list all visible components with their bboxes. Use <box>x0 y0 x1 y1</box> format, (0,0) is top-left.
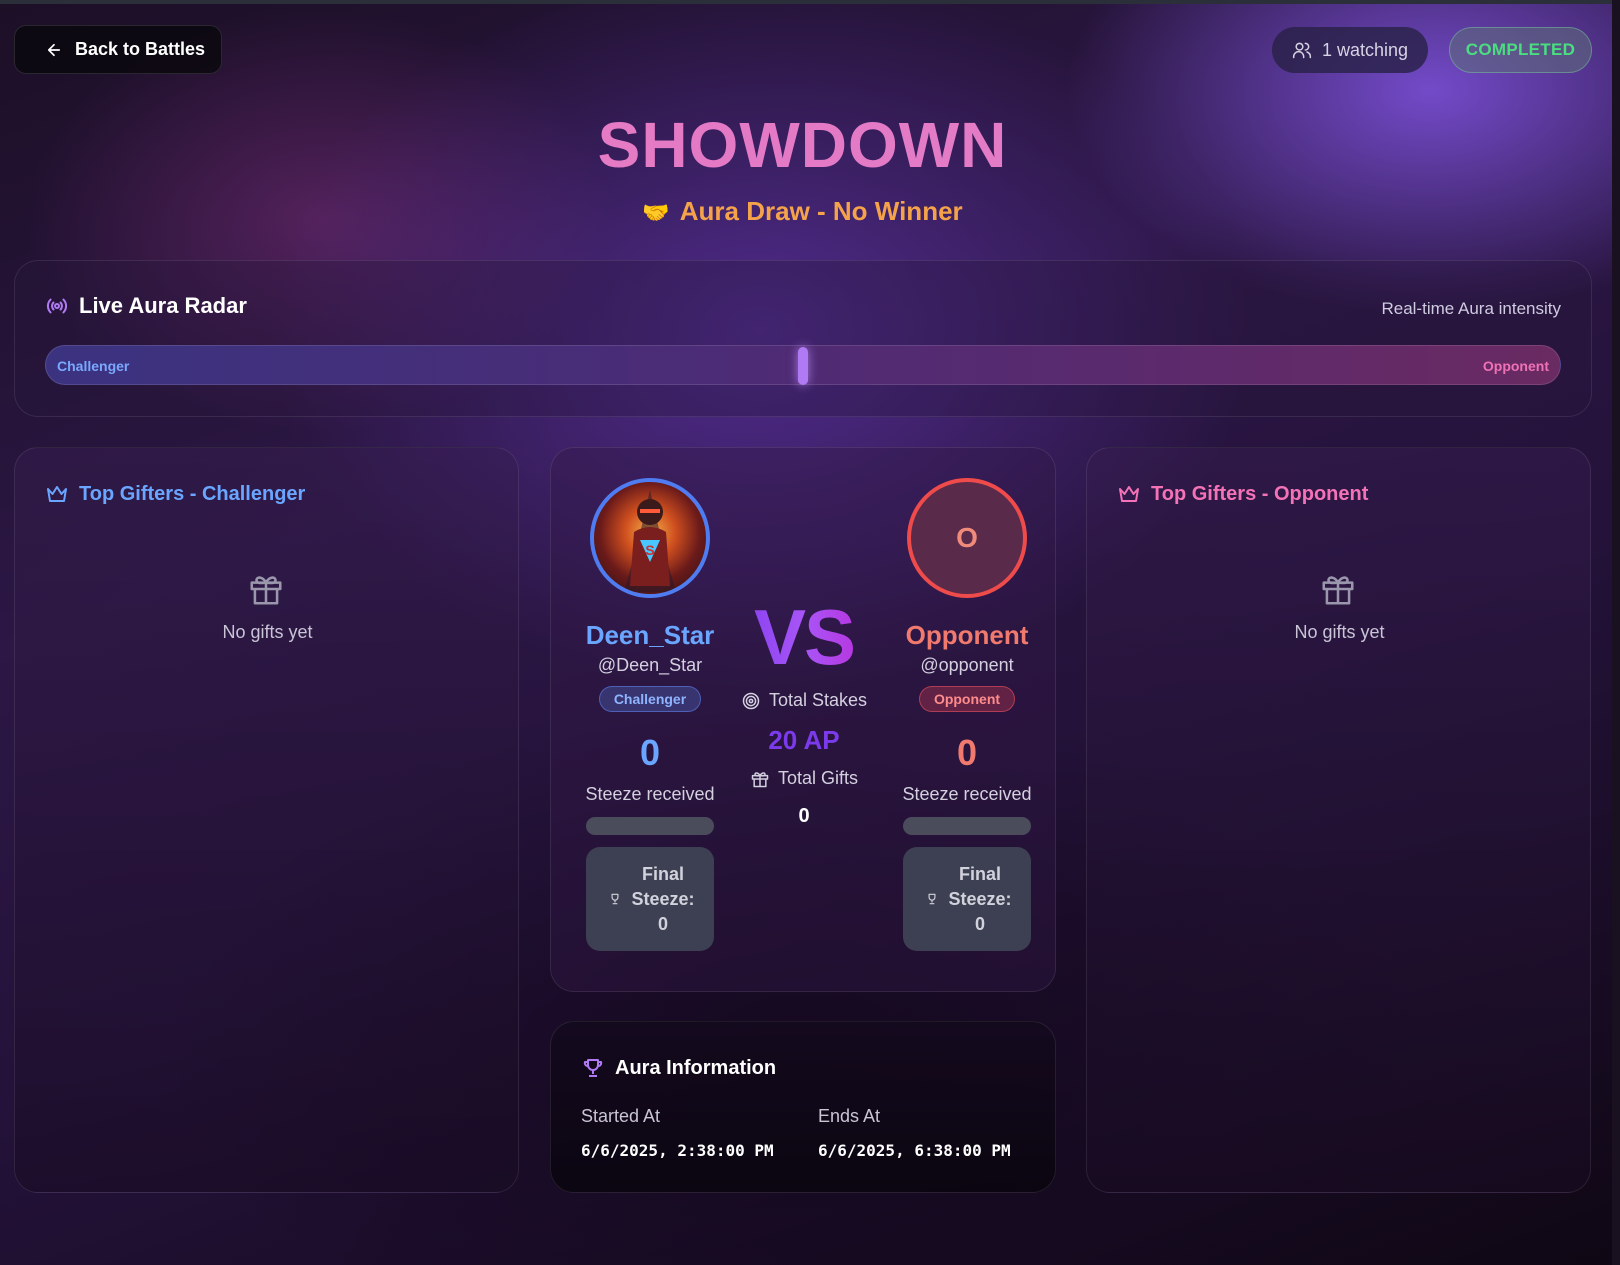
watching-indicator: 1 watching <box>1272 27 1428 73</box>
total-stakes-value: 20 AP <box>768 725 840 755</box>
radar-title: Live Aura Radar <box>79 293 247 318</box>
total-stakes-label: Total Stakes <box>768 690 868 710</box>
hero-avatar-image: S <box>624 490 676 592</box>
arrow-left-icon <box>47 43 61 56</box>
target-icon <box>742 692 760 709</box>
no-gifts-message: No gifts yet <box>222 622 313 642</box>
battle-center: VS Total Stakes 20 AP Total Gifts 0 <box>721 598 887 828</box>
radio-broadcast-icon <box>46 298 68 314</box>
radar-opponent-label: Opponent <box>1482 358 1549 374</box>
started-at-value: 6/6/2025, 2:38:00 PM <box>581 1141 774 1160</box>
battle-card: S Deen_Star @Deen_Star Challenger 0 Stee… <box>550 447 1056 992</box>
back-to-battles-button[interactable]: Back to Battles <box>14 25 222 74</box>
challenger-column: S Deen_Star @Deen_Star Challenger 0 Stee… <box>585 478 715 951</box>
crown-icon <box>47 486 67 502</box>
trophy-icon <box>611 893 619 905</box>
opponent-role-badge: Opponent <box>918 686 1016 712</box>
challenger-steeze-score: 0 <box>639 732 661 773</box>
aura-info-title: Aura Information <box>615 1056 777 1079</box>
challenger-handle: @Deen_Star <box>597 655 703 675</box>
battle-result: 🤝 Aura Draw - No Winner <box>0 196 1605 227</box>
page-title: SHOWDOWN <box>0 108 1605 182</box>
ends-at-value: 6/6/2025, 6:38:00 PM <box>818 1141 1011 1160</box>
aura-information-panel: Aura Information Started At 6/6/2025, 2:… <box>550 1021 1056 1193</box>
top-border <box>0 0 1620 4</box>
challenger-final-steeze-text: Final Steeze: 0 <box>631 863 695 934</box>
aura-info-heading: Aura Information <box>581 1056 776 1080</box>
challenger-avatar[interactable]: S <box>590 478 710 598</box>
vs-label: VS <box>721 598 887 676</box>
svg-text:S: S <box>645 542 654 558</box>
total-gifts-row: Total Gifts <box>721 768 887 789</box>
started-at-field: Started At 6/6/2025, 2:38:00 PM <box>581 1106 774 1160</box>
ends-at-field: Ends At 6/6/2025, 6:38:00 PM <box>818 1106 1011 1160</box>
top-gifters-opponent-panel: Top Gifters - Opponent No gifts yet <box>1086 447 1591 1193</box>
radar-challenger-label: Challenger <box>57 358 130 374</box>
handshake-icon: 🤝 <box>642 200 670 225</box>
total-stakes-row: Total Stakes <box>721 690 887 711</box>
challenger-final-steeze: Final Steeze: 0 <box>586 847 714 951</box>
scrollbar-track[interactable] <box>1612 0 1620 1265</box>
status-badge: COMPLETED <box>1449 27 1592 73</box>
gifters-challenger-title: Top Gifters - Challenger <box>79 482 306 505</box>
opponent-handle: @opponent <box>920 655 1014 675</box>
total-gifts-label: Total Gifts <box>777 768 859 788</box>
opponent-name[interactable]: Opponent <box>902 620 1032 651</box>
challenger-role-badge: Challenger <box>598 686 702 712</box>
radar-heading: Live Aura Radar <box>45 293 247 319</box>
opponent-steeze-score: 0 <box>956 732 978 773</box>
opponent-avatar[interactable]: O <box>907 478 1027 598</box>
total-gifts-value: 0 <box>798 805 810 827</box>
started-at-label: Started At <box>581 1106 661 1126</box>
trophy-icon <box>928 893 936 905</box>
opponent-steeze-label: Steeze received <box>902 784 1032 804</box>
gift-icon <box>1322 576 1354 605</box>
challenger-steeze-label: Steeze received <box>585 784 715 804</box>
radar-subtitle: Real-time Aura intensity <box>1381 299 1561 318</box>
opponent-avatar-initial: O <box>956 522 978 553</box>
watching-count: 1 watching <box>1321 39 1409 60</box>
gifters-opponent-title: Top Gifters - Opponent <box>1151 482 1369 505</box>
opponent-final-steeze: Final Steeze: 0 <box>903 847 1031 951</box>
challenger-name[interactable]: Deen_Star <box>585 620 715 651</box>
top-gifters-challenger-panel: Top Gifters - Challenger No gifts yet <box>14 447 519 1193</box>
ends-at-label: Ends At <box>818 1106 881 1126</box>
trophy-icon <box>583 1059 603 1077</box>
battle-result-text: Aura Draw - No Winner <box>679 196 963 226</box>
gift-icon <box>751 771 769 787</box>
gifters-challenger-heading: Top Gifters - Challenger <box>45 482 305 506</box>
crown-icon <box>1119 486 1139 502</box>
opponent-final-steeze-text: Final Steeze: 0 <box>948 863 1012 934</box>
radar-indicator <box>798 347 808 385</box>
aura-radar-bar: Challenger Opponent <box>45 345 1561 385</box>
no-gifts-message: No gifts yet <box>1294 622 1385 642</box>
users-icon <box>1292 42 1312 59</box>
gift-icon <box>250 576 282 605</box>
back-button-label: Back to Battles <box>75 39 206 59</box>
challenger-steeze-progress <box>586 817 714 835</box>
opponent-steeze-progress <box>903 817 1031 835</box>
aura-radar-panel: Live Aura Radar Real-time Aura intensity… <box>14 260 1592 417</box>
opponent-column: O Opponent @opponent Opponent 0 Steeze r… <box>902 478 1032 951</box>
gifters-opponent-heading: Top Gifters - Opponent <box>1117 482 1368 506</box>
